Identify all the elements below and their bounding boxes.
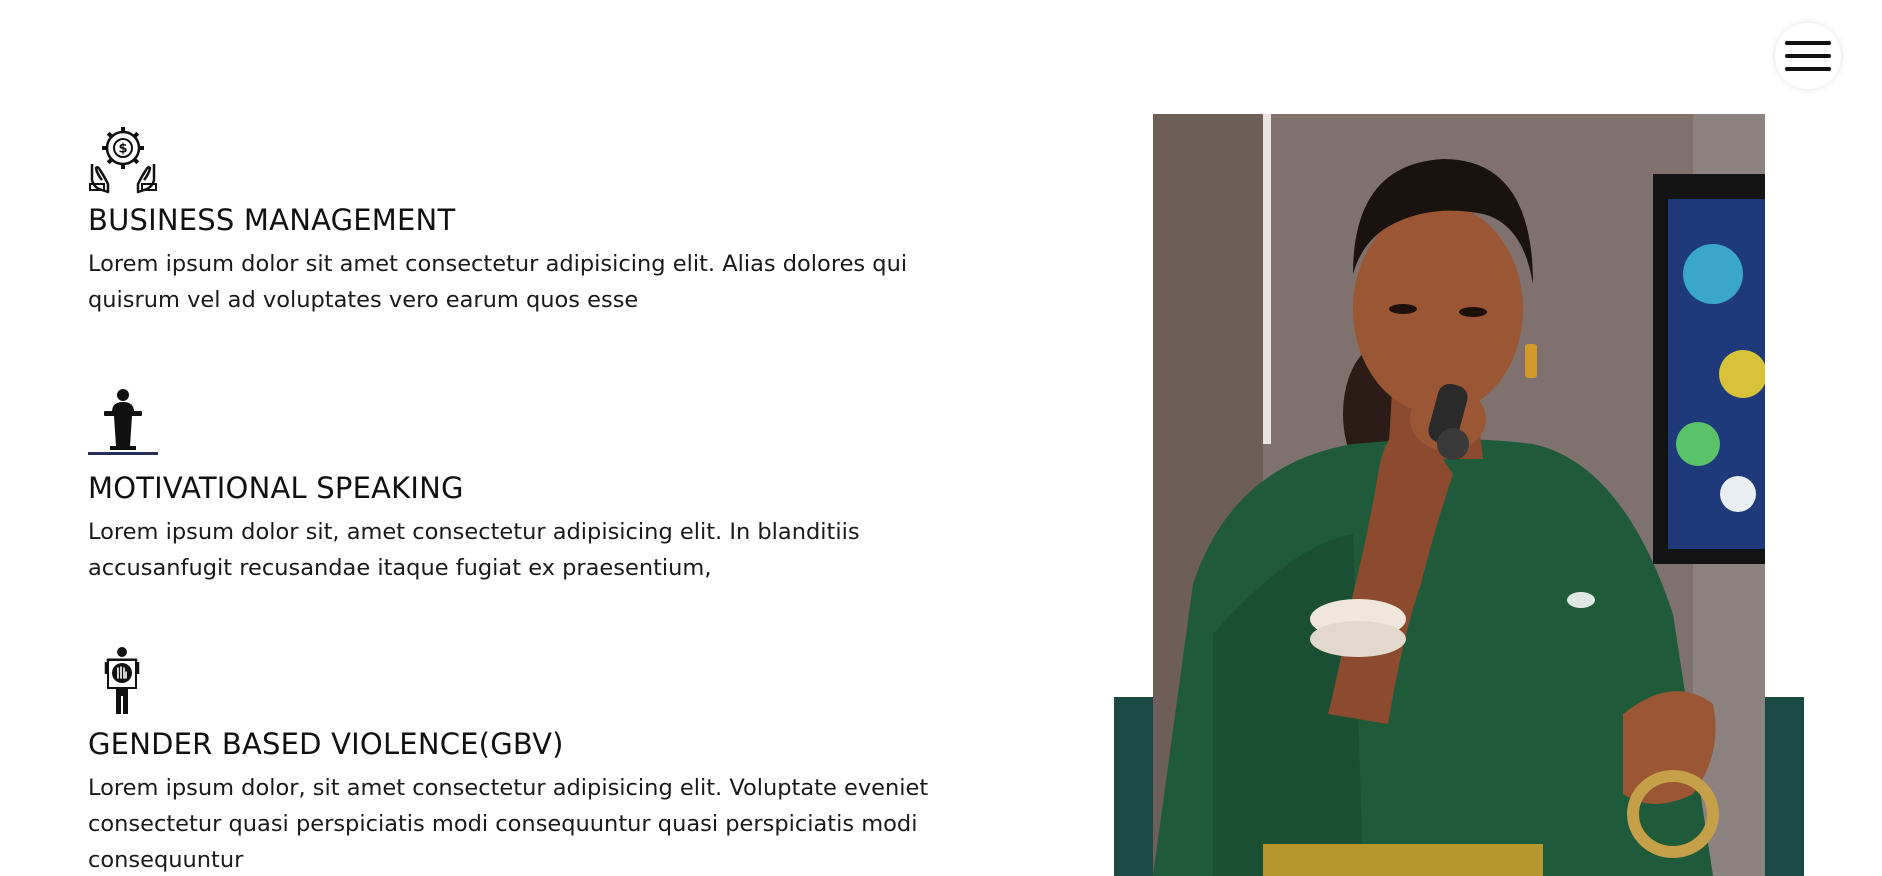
menu-button[interactable] [1775, 23, 1841, 89]
service-business-management: $ BUSINESS MANAGEMENT Lorem ipsum dolor … [88, 124, 948, 318]
speaker-photo [1153, 114, 1765, 876]
speaker-at-podium-icon [88, 389, 158, 455]
hamburger-menu-icon [1785, 41, 1831, 71]
svg-text:$: $ [118, 142, 127, 157]
hands-gear-dollar-icon: $ [89, 127, 157, 194]
service-title: MOTIVATIONAL SPEAKING [88, 471, 464, 505]
services-section: $ BUSINESS MANAGEMENT Lorem ipsum dolor … [0, 0, 1882, 876]
service-motivational-speaking: MOTIVATIONAL SPEAKING Lorem ipsum dolor … [88, 386, 948, 586]
service-gender-based-violence: GENDER BASED VIOLENCE(GBV) Lorem ipsum d… [88, 646, 948, 876]
service-description: Lorem ipsum dolor, sit amet consectetur … [88, 775, 929, 873]
service-description: Lorem ipsum dolor sit amet consectetur a… [88, 251, 908, 313]
service-title: GENDER BASED VIOLENCE(GBV) [88, 727, 564, 761]
service-title: BUSINESS MANAGEMENT [88, 203, 456, 237]
person-holding-stop-sign-icon [104, 647, 140, 714]
service-description: Lorem ipsum dolor sit, amet consectetur … [88, 519, 860, 581]
woman-speaking-into-microphone-photo [1153, 114, 1765, 876]
